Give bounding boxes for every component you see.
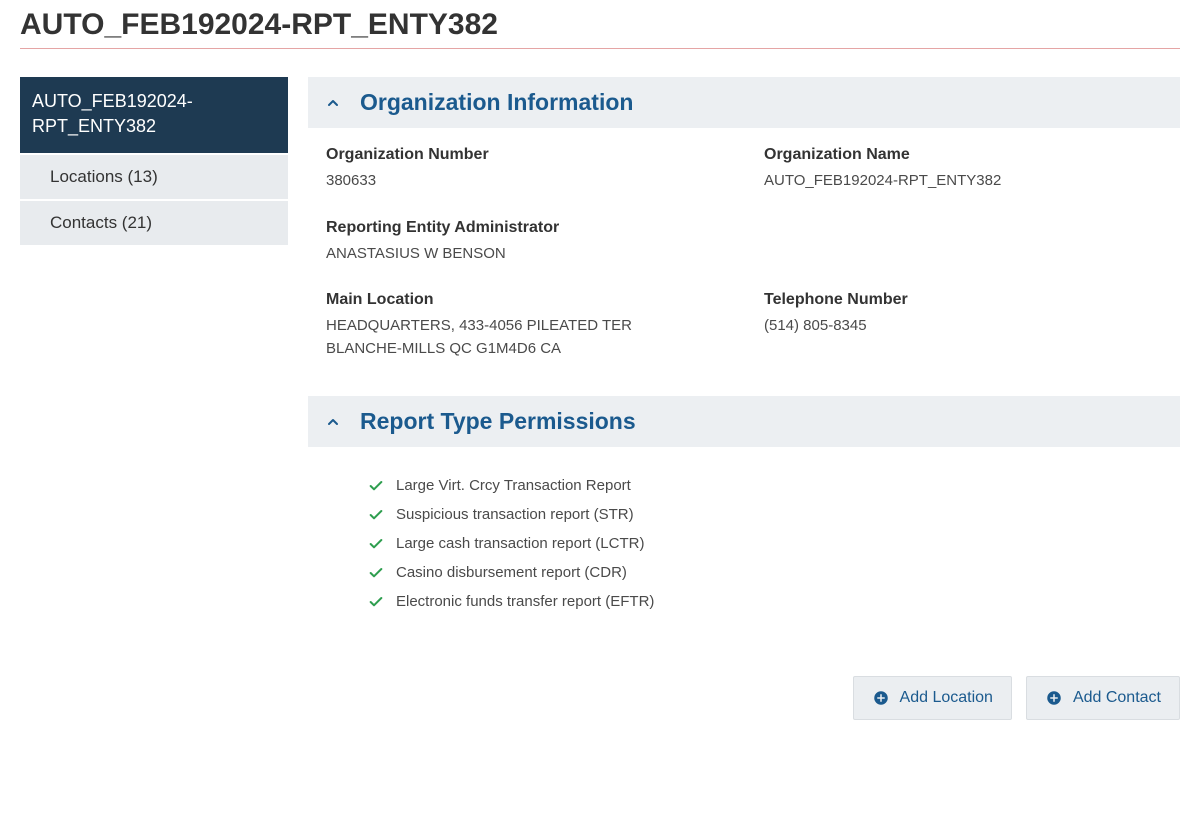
permissions-list: Large Virt. Crcy Transaction Report Susp… [308,465,1180,616]
field-value: (514) 805-8345 [764,315,1162,338]
field-value: HEADQUARTERS, 433-4056 PILEATED TER BLAN… [326,315,696,360]
sidebar-item-entity[interactable]: AUTO_FEB192024-RPT_ENTY382 [20,77,288,153]
main-content: Organization Information Organization Nu… [308,77,1180,720]
button-label: Add Contact [1073,689,1161,707]
check-icon [368,565,384,581]
button-label: Add Location [900,689,993,707]
page-title: AUTO_FEB192024-RPT_ENTY382 [20,8,1180,49]
permission-label: Large cash transaction report (LCTR) [396,535,644,552]
check-icon [368,507,384,523]
sidebar-item-contacts[interactable]: Contacts (21) [20,201,288,245]
permissions-header[interactable]: Report Type Permissions [308,396,1180,447]
permission-label: Casino disbursement report (CDR) [396,564,627,581]
plus-circle-icon [872,689,890,707]
field-label: Main Location [326,291,724,309]
permission-item: Large cash transaction report (LCTR) [368,529,1180,558]
field-value: 380633 [326,170,724,193]
check-icon [368,536,384,552]
field-label: Organization Name [764,146,1162,164]
field-label: Reporting Entity Administrator [326,219,1162,237]
check-icon [368,594,384,610]
permission-label: Suspicious transaction report (STR) [396,506,634,523]
sidebar-item-locations[interactable]: Locations (13) [20,155,288,199]
permission-item: Electronic funds transfer report (EFTR) [368,587,1180,616]
field-main-location: Main Location HEADQUARTERS, 433-4056 PIL… [326,291,724,360]
section-title: Report Type Permissions [360,408,636,435]
field-label: Telephone Number [764,291,1162,309]
field-admin: Reporting Entity Administrator ANASTASIU… [326,219,1162,266]
plus-circle-icon [1045,689,1063,707]
action-bar: Add Location Add Contact [308,676,1180,720]
permission-item: Casino disbursement report (CDR) [368,558,1180,587]
chevron-up-icon [324,413,342,431]
sidebar: AUTO_FEB192024-RPT_ENTY382 Locations (13… [20,77,288,247]
field-org-name: Organization Name AUTO_FEB192024-RPT_ENT… [764,146,1162,193]
sidebar-item-label: AUTO_FEB192024-RPT_ENTY382 [32,91,193,136]
permission-label: Electronic funds transfer report (EFTR) [396,593,654,610]
org-info-grid: Organization Number 380633 Organization … [308,146,1180,396]
permission-label: Large Virt. Crcy Transaction Report [396,477,631,494]
check-icon [368,478,384,494]
add-contact-button[interactable]: Add Contact [1026,676,1180,720]
chevron-up-icon [324,94,342,112]
field-telephone: Telephone Number (514) 805-8345 [764,291,1162,360]
main-layout: AUTO_FEB192024-RPT_ENTY382 Locations (13… [20,77,1180,720]
field-org-number: Organization Number 380633 [326,146,724,193]
org-info-header[interactable]: Organization Information [308,77,1180,128]
field-label: Organization Number [326,146,724,164]
field-value: ANASTASIUS W BENSON [326,243,1162,266]
field-value: AUTO_FEB192024-RPT_ENTY382 [764,170,1162,193]
sidebar-item-label: Locations (13) [50,167,158,186]
sidebar-item-label: Contacts (21) [50,213,152,232]
permission-item: Large Virt. Crcy Transaction Report [368,471,1180,500]
section-title: Organization Information [360,89,633,116]
add-location-button[interactable]: Add Location [853,676,1012,720]
permission-item: Suspicious transaction report (STR) [368,500,1180,529]
